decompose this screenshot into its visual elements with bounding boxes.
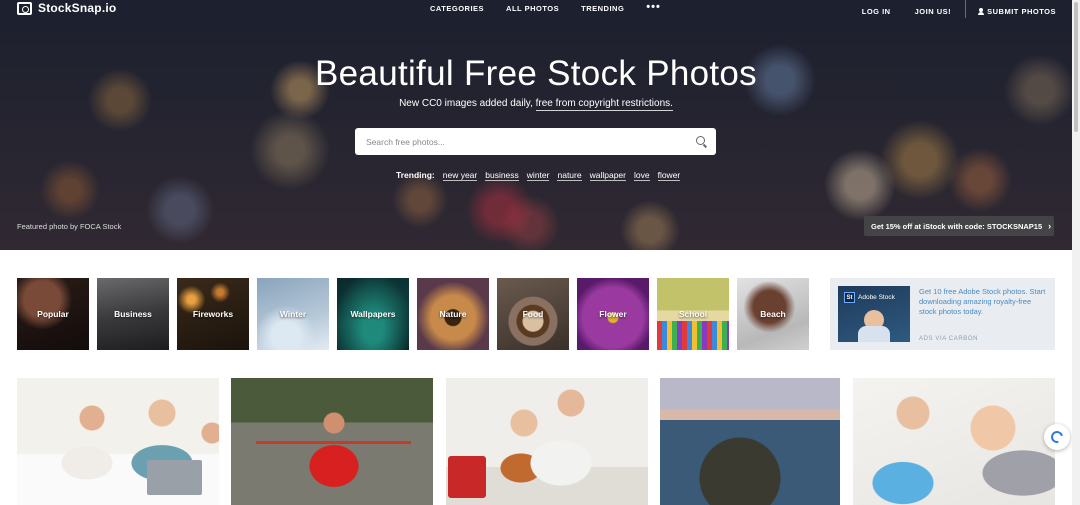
category-label: Flower — [599, 309, 627, 319]
nav-divider — [965, 0, 967, 18]
more-menu-icon[interactable]: ••• — [646, 2, 661, 13]
category-business[interactable]: Business — [97, 278, 169, 350]
trending-tag[interactable]: new year — [442, 170, 478, 181]
ad-image: St Adobe Stock — [838, 286, 910, 342]
nav-categories[interactable]: CATEGORIES — [430, 4, 484, 13]
hero-banner — [0, 0, 1072, 250]
photo-family-bed[interactable] — [853, 378, 1055, 505]
trending-tag[interactable]: wallpaper — [589, 170, 626, 181]
promo-text: Get 15% off at iStock with code: STOCKSN… — [871, 221, 1043, 231]
category-food[interactable]: Food — [497, 278, 569, 350]
category-label: Beach — [760, 309, 786, 319]
join-link[interactable]: JOIN US! — [915, 7, 952, 16]
category-label: Wallpapers — [350, 309, 396, 319]
trending-tag[interactable]: love — [633, 170, 650, 181]
top-nav: StockSnap.io CATEGORIES ALL PHOTOS TREND… — [0, 0, 1072, 18]
category-label: Winter — [279, 309, 307, 319]
search-bar — [355, 128, 716, 155]
adobe-stock-icon: St — [844, 292, 855, 303]
nav-trending[interactable]: TRENDING — [581, 4, 624, 13]
photo-credit[interactable]: Featured photo by FOCA Stock — [17, 222, 121, 231]
trending-tag[interactable]: business — [485, 170, 519, 181]
adobe-stock-label: Adobe Stock — [858, 294, 895, 301]
submit-photos-label: SUBMIT PHOTOS — [987, 6, 1056, 16]
nav-right: LOG IN JOIN US! SUBMIT PHOTOS — [838, 0, 1056, 18]
trending-tag[interactable]: winter — [526, 170, 550, 181]
scrollbar[interactable] — [1072, 0, 1080, 505]
category-beach[interactable]: Beach — [737, 278, 809, 350]
logo-text: StockSnap.io — [38, 1, 117, 15]
category-popular[interactable]: Popular — [17, 278, 89, 350]
category-nature[interactable]: Nature — [417, 278, 489, 350]
category-label: School — [678, 309, 708, 319]
user-icon — [978, 8, 985, 15]
category-wallpapers[interactable]: Wallpapers — [337, 278, 409, 350]
category-winter[interactable]: Winter — [257, 278, 329, 350]
ad-via-label[interactable]: ADS VIA CARBON — [919, 336, 978, 342]
translate-icon[interactable] — [1044, 424, 1070, 450]
ad-person-body — [858, 326, 890, 342]
trending-label: Trending: — [396, 170, 435, 180]
hero-subtitle: New CC0 images added daily, free from co… — [0, 98, 1072, 111]
submit-photos-link[interactable]: SUBMIT PHOTOS — [978, 7, 1056, 16]
copyright-link[interactable]: free from copyright restrictions. — [535, 98, 673, 111]
search-icon[interactable] — [696, 136, 705, 145]
search-input[interactable] — [355, 136, 675, 147]
nav-center: CATEGORIES ALL PHOTOS TRENDING ••• — [430, 2, 661, 14]
category-strip: Popular Business Fireworks Winter Wallpa… — [17, 278, 809, 350]
login-link[interactable]: LOG IN — [862, 7, 891, 16]
category-school[interactable]: School — [657, 278, 729, 350]
trending-tags: Trending: new year business winter natur… — [396, 170, 681, 181]
category-label: Food — [522, 309, 544, 319]
camera-icon — [17, 1, 32, 15]
category-label: Popular — [37, 309, 69, 319]
logo[interactable]: StockSnap.io — [17, 1, 116, 15]
carbon-ad[interactable]: St Adobe Stock Get 10 free Adobe Stock p… — [830, 278, 1055, 350]
category-label: Business — [114, 309, 152, 319]
nav-all-photos[interactable]: ALL PHOTOS — [506, 4, 559, 13]
chevron-right-icon: › — [1048, 221, 1052, 231]
photo-family-kitchen[interactable] — [17, 378, 219, 505]
hero-title: Beautiful Free Stock Photos — [315, 54, 757, 93]
category-fireworks[interactable]: Fireworks — [177, 278, 249, 350]
photo-man-exercise[interactable] — [231, 378, 433, 505]
trending-tag[interactable]: flower — [657, 170, 681, 181]
category-label: Nature — [439, 309, 467, 319]
istock-promo-button[interactable]: Get 15% off at iStock with code: STOCKSN… — [864, 216, 1054, 236]
scrollbar-thumb[interactable] — [1074, 2, 1078, 132]
trending-tag[interactable]: nature — [557, 170, 582, 181]
adobe-stock-logo: St Adobe Stock — [844, 292, 895, 303]
translate-glyph — [1048, 428, 1066, 446]
ad-text: Get 10 free Adobe Stock photos. Start do… — [919, 287, 1046, 316]
photo-mother-child-cooking[interactable] — [446, 378, 648, 505]
photo-coastal-island[interactable] — [660, 378, 840, 505]
category-label: Fireworks — [192, 309, 234, 319]
category-flower[interactable]: Flower — [577, 278, 649, 350]
hero-subtitle-text: New CC0 images added daily, — [399, 98, 533, 109]
